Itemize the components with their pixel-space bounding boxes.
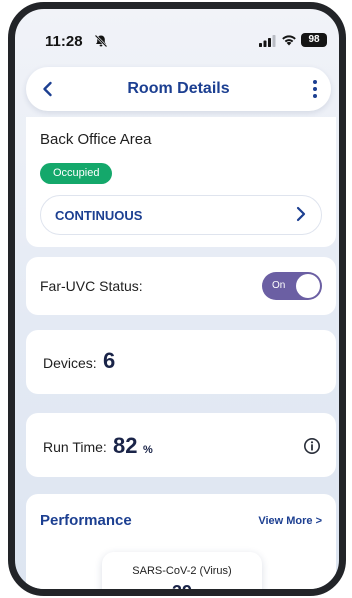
toggle-knob bbox=[296, 274, 320, 298]
runtime-label: Run Time: bbox=[43, 439, 107, 455]
devices-count: 6 bbox=[103, 348, 116, 373]
status-bar: 11:28 98 bbox=[15, 9, 339, 65]
performance-title: Performance bbox=[40, 512, 132, 529]
room-summary-card: Back Office Area Occupied CONTINUOUS bbox=[26, 117, 336, 247]
wifi-icon bbox=[282, 35, 296, 46]
mode-label: CONTINUOUS bbox=[55, 208, 143, 223]
runtime-value: 82 bbox=[113, 433, 138, 458]
page-title: Room Details bbox=[127, 80, 230, 97]
devices-label: Devices: bbox=[43, 355, 97, 371]
pathogen-card[interactable]: SARS-CoV-2 (Virus) 39 bbox=[102, 552, 262, 596]
uvc-toggle[interactable]: On bbox=[262, 272, 322, 300]
devices-card[interactable]: Devices: 6 bbox=[26, 330, 336, 394]
bell-off-icon bbox=[94, 34, 108, 48]
signal-icon bbox=[259, 35, 276, 47]
uvc-status-card: Far-UVC Status: On bbox=[26, 257, 336, 315]
room-name: Back Office Area bbox=[40, 131, 152, 148]
runtime-unit: % bbox=[143, 444, 153, 456]
pathogen-value: 39 bbox=[171, 582, 193, 596]
info-icon[interactable] bbox=[303, 437, 321, 455]
view-more-link[interactable]: View More > bbox=[258, 515, 322, 527]
performance-card: Performance View More > SARS-CoV-2 (Viru… bbox=[26, 494, 336, 596]
uvc-status-label: Far-UVC Status: bbox=[40, 278, 143, 294]
runtime-card: Run Time: 82 % bbox=[26, 413, 336, 477]
status-badge: Occupied bbox=[40, 163, 113, 184]
battery-badge: 98 bbox=[301, 33, 327, 47]
phone-frame: 11:28 98 Room Details Back Office Area O… bbox=[8, 2, 346, 596]
mode-selector[interactable]: CONTINUOUS bbox=[40, 195, 322, 235]
chevron-right-icon bbox=[296, 206, 306, 222]
more-vertical-icon[interactable] bbox=[307, 77, 323, 101]
header-bar: Room Details bbox=[26, 67, 331, 111]
pathogen-title: SARS-CoV-2 (Virus) bbox=[132, 565, 232, 577]
status-time: 11:28 bbox=[45, 33, 83, 50]
uvc-toggle-label: On bbox=[272, 280, 286, 291]
